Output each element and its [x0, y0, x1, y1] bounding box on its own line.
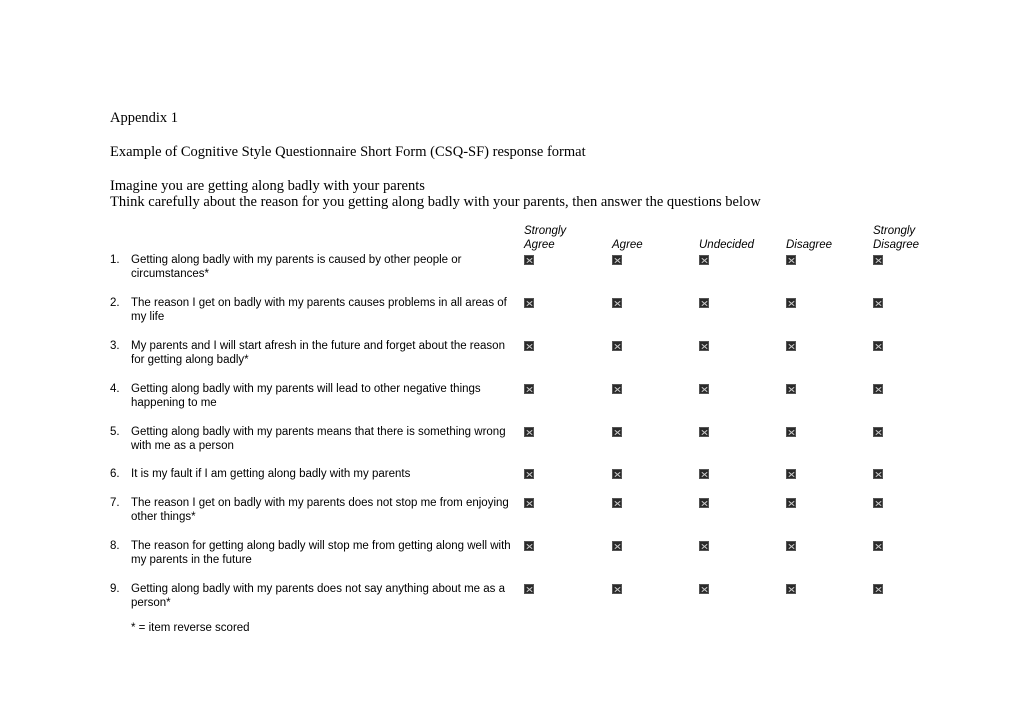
scale-header-line1 — [612, 224, 643, 238]
item-number: 9. — [110, 583, 120, 595]
scale-header-line2: Agree — [612, 239, 643, 251]
item-text: Getting along badly with my parents mean… — [131, 426, 506, 452]
checkbox-icon[interactable] — [786, 341, 796, 351]
checkbox-icon[interactable] — [873, 541, 883, 551]
checkbox-icon[interactable] — [786, 384, 796, 394]
checkbox-icon[interactable] — [612, 255, 622, 265]
checkbox-icon[interactable] — [524, 498, 534, 508]
checkbox-icon[interactable] — [699, 341, 709, 351]
appendix-label: Appendix 1 — [110, 110, 179, 126]
item-number: 7. — [110, 497, 120, 509]
scale-header-line1 — [699, 224, 754, 238]
checkbox-icon[interactable] — [786, 427, 796, 437]
checkbox-icon[interactable] — [873, 584, 883, 594]
scale-header-line2: Disagree — [873, 239, 920, 251]
scale-header-line2: Undecided — [699, 239, 754, 251]
item-number: 6. — [110, 468, 120, 480]
item-text: Getting along badly with my parents does… — [131, 583, 505, 609]
scale-header-line1 — [786, 224, 832, 238]
item-text: My parents and I will start afresh in th… — [131, 340, 505, 366]
scale-header-strongly-disagree: Strongly Disagree — [873, 224, 919, 252]
checkbox-icon[interactable] — [786, 541, 796, 551]
item-text: The reason I get on badly with my parent… — [131, 497, 509, 523]
checkbox-icon[interactable] — [786, 584, 796, 594]
checkbox-icon[interactable] — [699, 498, 709, 508]
checkbox-icon[interactable] — [699, 384, 709, 394]
checkbox-icon[interactable] — [699, 584, 709, 594]
checkbox-icon[interactable] — [524, 469, 534, 479]
checkbox-icon[interactable] — [612, 384, 622, 394]
checkbox-icon[interactable] — [786, 298, 796, 308]
scale-header-undecided: Undecided — [699, 224, 754, 252]
checkbox-icon[interactable] — [524, 298, 534, 308]
scale-header-agree: Agree — [612, 224, 643, 252]
checkbox-icon[interactable] — [612, 341, 622, 351]
scale-header-line1: Strongly — [524, 225, 567, 237]
checkbox-icon[interactable] — [524, 341, 534, 351]
checkbox-icon[interactable] — [873, 384, 883, 394]
item-text: Getting along badly with my parents is c… — [131, 254, 462, 280]
item-number: 4. — [110, 383, 120, 395]
item-number: 5. — [110, 426, 120, 438]
checkbox-icon[interactable] — [873, 427, 883, 437]
item-number: 1. — [110, 254, 120, 266]
checkbox-icon[interactable] — [873, 255, 883, 265]
checkbox-icon[interactable] — [786, 498, 796, 508]
checkbox-icon[interactable] — [786, 469, 796, 479]
scale-header-line2: Agree — [524, 239, 555, 251]
checkbox-icon[interactable] — [524, 427, 534, 437]
checkbox-icon[interactable] — [699, 469, 709, 479]
item-number: 3. — [110, 340, 120, 352]
checkbox-icon[interactable] — [612, 541, 622, 551]
checkbox-icon[interactable] — [524, 384, 534, 394]
scale-header-line2: Disagree — [786, 239, 833, 251]
checkbox-icon[interactable] — [699, 541, 709, 551]
checkbox-icon[interactable] — [524, 584, 534, 594]
item-number: 2. — [110, 297, 120, 309]
checkbox-icon[interactable] — [699, 427, 709, 437]
checkbox-icon[interactable] — [612, 498, 622, 508]
item-text: The reason for getting along badly will … — [131, 540, 511, 566]
scale-header-strongly-agree: Strongly Agree — [524, 224, 566, 252]
checkbox-icon[interactable] — [873, 298, 883, 308]
intro-line-2: Think carefully about the reason for you… — [110, 194, 761, 210]
checkbox-icon[interactable] — [699, 298, 709, 308]
item-text: Getting along badly with my parents will… — [131, 383, 481, 409]
intro-line-1: Imagine you are getting along badly with… — [110, 178, 425, 194]
item-text: The reason I get on badly with my parent… — [131, 297, 507, 323]
checkbox-icon[interactable] — [612, 298, 622, 308]
scale-header-disagree: Disagree — [786, 224, 832, 252]
checkbox-icon[interactable] — [699, 255, 709, 265]
checkbox-icon[interactable] — [873, 341, 883, 351]
item-text: It is my fault if I am getting along bad… — [131, 468, 411, 480]
checkbox-icon[interactable] — [524, 255, 534, 265]
checkbox-icon[interactable] — [612, 427, 622, 437]
checkbox-icon[interactable] — [612, 469, 622, 479]
footnote: * = item reverse scored — [131, 622, 250, 634]
checkbox-icon[interactable] — [612, 584, 622, 594]
document-subtitle: Example of Cognitive Style Questionnaire… — [110, 144, 586, 160]
checkbox-icon[interactable] — [524, 541, 534, 551]
scale-header-line1: Strongly — [873, 225, 916, 237]
item-number: 8. — [110, 540, 120, 552]
checkbox-icon[interactable] — [873, 498, 883, 508]
checkbox-icon[interactable] — [786, 255, 796, 265]
checkbox-icon[interactable] — [873, 469, 883, 479]
